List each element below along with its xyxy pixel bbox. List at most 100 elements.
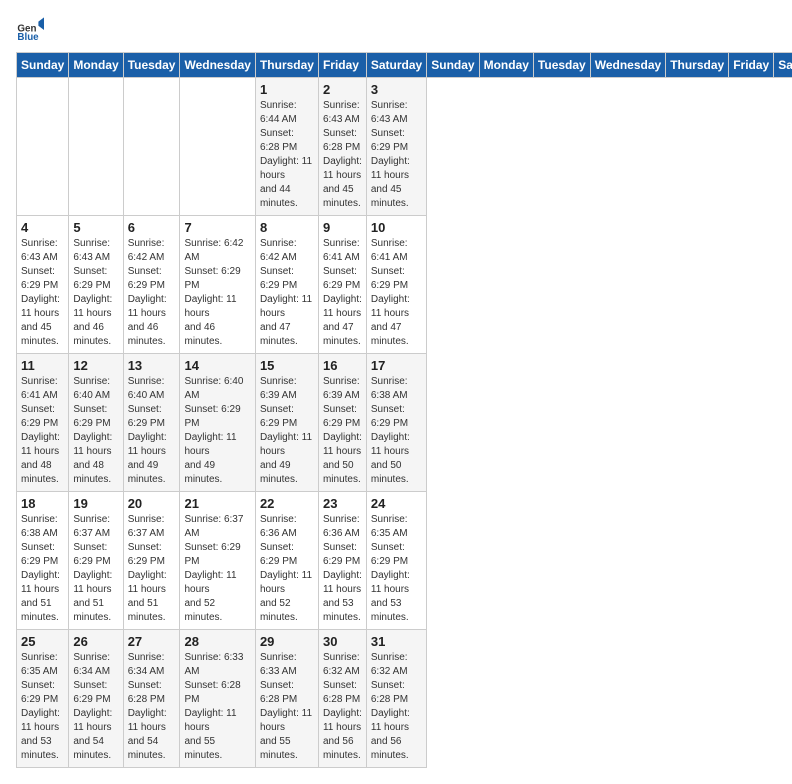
column-header-wednesday: Wednesday — [180, 53, 255, 78]
day-info: Sunrise: 6:33 AMSunset: 6:28 PMDaylight:… — [184, 651, 250, 763]
calendar-cell: 24 Sunrise: 6:35 AMSunset: 6:29 PMDayligh… — [366, 492, 426, 630]
day-number: 18 — [21, 496, 64, 511]
calendar-cell: 26 Sunrise: 6:34 AMSunset: 6:29 PMDayligh… — [69, 630, 123, 768]
day-info: Sunrise: 6:37 AMSunset: 6:29 PMDaylight:… — [128, 513, 176, 625]
calendar-cell: 15 Sunrise: 6:39 AMSunset: 6:29 PMDayligh… — [255, 354, 318, 492]
day-info: Sunrise: 6:35 AMSunset: 6:29 PMDaylight:… — [21, 651, 64, 763]
day-info: Sunrise: 6:38 AMSunset: 6:29 PMDaylight:… — [21, 513, 64, 625]
day-info: Sunrise: 6:38 AMSunset: 6:29 PMDaylight:… — [371, 375, 422, 487]
column-header-thursday: Thursday — [666, 53, 729, 78]
calendar-cell: 19 Sunrise: 6:37 AMSunset: 6:29 PMDayligh… — [69, 492, 123, 630]
calendar-header-row: SundayMondayTuesdayWednesdayThursdayFrid… — [17, 53, 792, 78]
logo: Gen Blue — [16, 16, 48, 44]
day-info: Sunrise: 6:34 AMSunset: 6:29 PMDaylight:… — [73, 651, 118, 763]
day-number: 7 — [184, 220, 250, 235]
column-header-saturday: Saturday — [366, 53, 426, 78]
calendar-cell: 4 Sunrise: 6:43 AMSunset: 6:29 PMDaylight… — [17, 216, 69, 354]
day-number: 3 — [371, 82, 422, 97]
day-number: 20 — [128, 496, 176, 511]
calendar-cell: 10 Sunrise: 6:41 AMSunset: 6:29 PMDayligh… — [366, 216, 426, 354]
calendar-cell: 1 Sunrise: 6:44 AMSunset: 6:28 PMDaylight… — [255, 78, 318, 216]
day-info: Sunrise: 6:42 AMSunset: 6:29 PMDaylight:… — [184, 237, 250, 349]
logo-icon: Gen Blue — [16, 16, 44, 44]
day-info: Sunrise: 6:32 AMSunset: 6:28 PMDaylight:… — [323, 651, 362, 763]
day-info: Sunrise: 6:36 AMSunset: 6:29 PMDaylight:… — [260, 513, 314, 625]
day-info: Sunrise: 6:32 AMSunset: 6:28 PMDaylight:… — [371, 651, 422, 763]
day-number: 24 — [371, 496, 422, 511]
day-number: 13 — [128, 358, 176, 373]
day-number: 23 — [323, 496, 362, 511]
day-info: Sunrise: 6:39 AMSunset: 6:29 PMDaylight:… — [260, 375, 314, 487]
day-info: Sunrise: 6:41 AMSunset: 6:29 PMDaylight:… — [21, 375, 64, 487]
day-number: 30 — [323, 634, 362, 649]
day-info: Sunrise: 6:44 AMSunset: 6:28 PMDaylight:… — [260, 99, 314, 211]
calendar-cell — [17, 78, 69, 216]
day-info: Sunrise: 6:40 AMSunset: 6:29 PMDaylight:… — [128, 375, 176, 487]
day-info: Sunrise: 6:40 AMSunset: 6:29 PMDaylight:… — [73, 375, 118, 487]
day-number: 12 — [73, 358, 118, 373]
day-number: 1 — [260, 82, 314, 97]
day-info: Sunrise: 6:43 AMSunset: 6:29 PMDaylight:… — [21, 237, 64, 349]
day-number: 9 — [323, 220, 362, 235]
column-header-sunday: Sunday — [17, 53, 69, 78]
calendar-cell: 18 Sunrise: 6:38 AMSunset: 6:29 PMDayligh… — [17, 492, 69, 630]
calendar-cell: 5Sunrise: 6:43 AMSunset: 6:29 PMDaylight… — [69, 216, 123, 354]
day-info: Sunrise: 6:41 AMSunset: 6:29 PMDaylight:… — [371, 237, 422, 349]
column-header-sunday: Sunday — [427, 53, 479, 78]
calendar-cell: 3Sunrise: 6:43 AMSunset: 6:29 PMDaylight… — [366, 78, 426, 216]
calendar-cell: 27Sunrise: 6:34 AMSunset: 6:28 PMDayligh… — [123, 630, 180, 768]
calendar-cell — [123, 78, 180, 216]
day-number: 28 — [184, 634, 250, 649]
calendar-cell — [180, 78, 255, 216]
calendar-cell: 31Sunrise: 6:32 AMSunset: 6:28 PMDayligh… — [366, 630, 426, 768]
calendar-week-1: 1 Sunrise: 6:44 AMSunset: 6:28 PMDaylight… — [17, 78, 792, 216]
column-header-friday: Friday — [318, 53, 366, 78]
column-header-monday: Monday — [69, 53, 123, 78]
day-number: 15 — [260, 358, 314, 373]
svg-text:Blue: Blue — [17, 32, 39, 43]
calendar-table: SundayMondayTuesdayWednesdayThursdayFrid… — [16, 52, 792, 768]
calendar-cell: 29Sunrise: 6:33 AMSunset: 6:28 PMDayligh… — [255, 630, 318, 768]
calendar-cell — [69, 78, 123, 216]
day-number: 4 — [21, 220, 64, 235]
calendar-week-4: 18 Sunrise: 6:38 AMSunset: 6:29 PMDayligh… — [17, 492, 792, 630]
column-header-tuesday: Tuesday — [533, 53, 590, 78]
calendar-cell: 23Sunrise: 6:36 AMSunset: 6:29 PMDayligh… — [318, 492, 366, 630]
calendar-cell: 11 Sunrise: 6:41 AMSunset: 6:29 PMDayligh… — [17, 354, 69, 492]
calendar-cell: 2Sunrise: 6:43 AMSunset: 6:28 PMDaylight… — [318, 78, 366, 216]
calendar-week-2: 4 Sunrise: 6:43 AMSunset: 6:29 PMDaylight… — [17, 216, 792, 354]
day-number: 22 — [260, 496, 314, 511]
day-number: 16 — [323, 358, 362, 373]
calendar-cell: 13 Sunrise: 6:40 AMSunset: 6:29 PMDayligh… — [123, 354, 180, 492]
day-info: Sunrise: 6:41 AMSunset: 6:29 PMDaylight:… — [323, 237, 362, 349]
day-number: 6 — [128, 220, 176, 235]
day-info: Sunrise: 6:35 AMSunset: 6:29 PMDaylight:… — [371, 513, 422, 625]
calendar-week-3: 11 Sunrise: 6:41 AMSunset: 6:29 PMDayligh… — [17, 354, 792, 492]
column-header-thursday: Thursday — [255, 53, 318, 78]
day-info: Sunrise: 6:39 AMSunset: 6:29 PMDaylight:… — [323, 375, 362, 487]
calendar-cell: 21Sunrise: 6:37 AMSunset: 6:29 PMDayligh… — [180, 492, 255, 630]
calendar-cell: 12 Sunrise: 6:40 AMSunset: 6:29 PMDayligh… — [69, 354, 123, 492]
calendar-cell: 20 Sunrise: 6:37 AMSunset: 6:29 PMDayligh… — [123, 492, 180, 630]
day-info: Sunrise: 6:33 AMSunset: 6:28 PMDaylight:… — [260, 651, 314, 763]
column-header-saturday: Saturday — [774, 53, 792, 78]
calendar-cell: 9 Sunrise: 6:41 AMSunset: 6:29 PMDaylight… — [318, 216, 366, 354]
day-number: 26 — [73, 634, 118, 649]
day-number: 21 — [184, 496, 250, 511]
page-header: Gen Blue — [16, 16, 776, 44]
day-info: Sunrise: 6:42 AMSunset: 6:29 PMDaylight:… — [128, 237, 176, 349]
calendar-cell: 6 Sunrise: 6:42 AMSunset: 6:29 PMDaylight… — [123, 216, 180, 354]
day-info: Sunrise: 6:43 AMSunset: 6:28 PMDaylight:… — [323, 99, 362, 211]
day-number: 27 — [128, 634, 176, 649]
day-info: Sunrise: 6:37 AMSunset: 6:29 PMDaylight:… — [73, 513, 118, 625]
calendar-cell: 17Sunrise: 6:38 AMSunset: 6:29 PMDayligh… — [366, 354, 426, 492]
day-info: Sunrise: 6:43 AMSunset: 6:29 PMDaylight:… — [73, 237, 118, 349]
day-number: 10 — [371, 220, 422, 235]
day-info: Sunrise: 6:42 AMSunset: 6:29 PMDaylight:… — [260, 237, 314, 349]
calendar-week-5: 25Sunrise: 6:35 AMSunset: 6:29 PMDayligh… — [17, 630, 792, 768]
day-number: 11 — [21, 358, 64, 373]
day-number: 8 — [260, 220, 314, 235]
day-number: 19 — [73, 496, 118, 511]
column-header-wednesday: Wednesday — [590, 53, 665, 78]
calendar-cell: 22 Sunrise: 6:36 AMSunset: 6:29 PMDayligh… — [255, 492, 318, 630]
